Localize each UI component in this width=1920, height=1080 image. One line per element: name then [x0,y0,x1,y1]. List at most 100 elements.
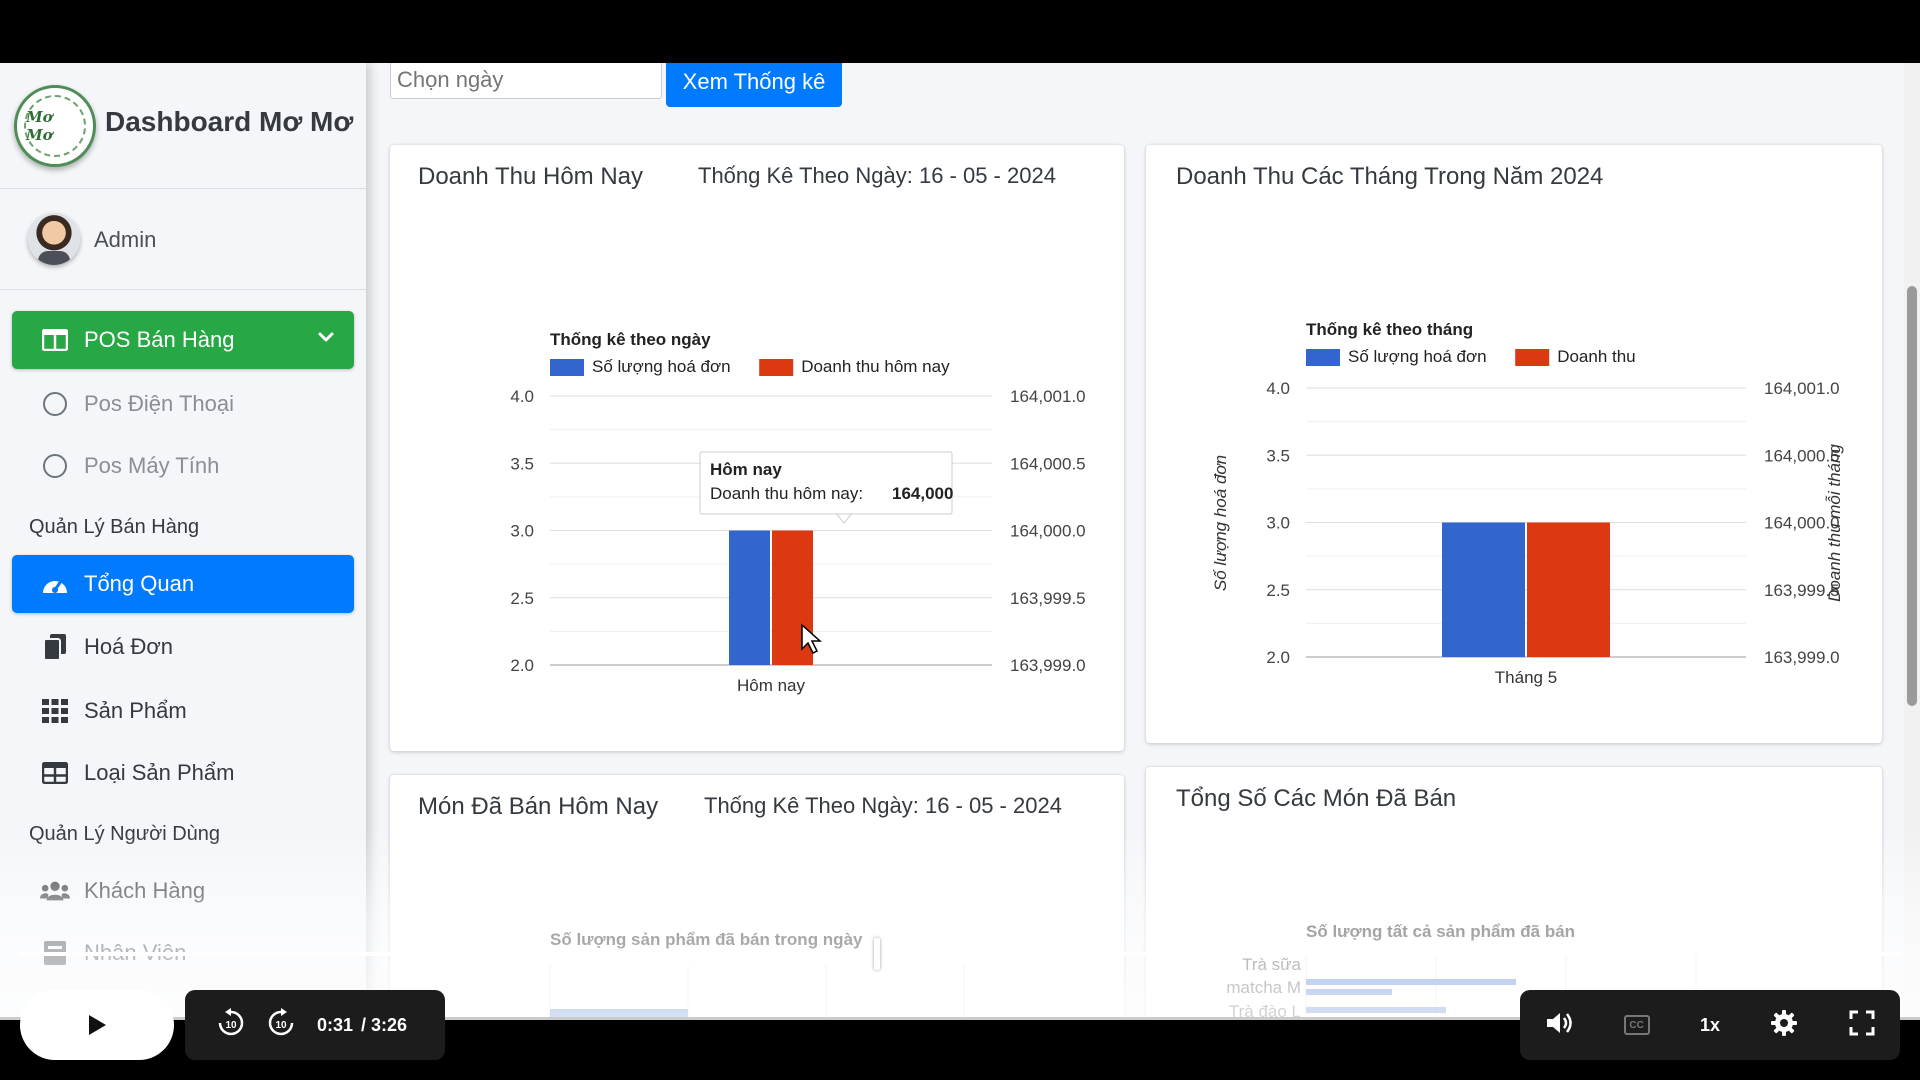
scrollbar[interactable] [1904,63,1920,1017]
y-tick-left: 2.0 [1266,648,1290,667]
play-icon [89,1015,106,1035]
circle-icon [40,451,70,481]
brand-header[interactable]: Mơ Mơ Dashboard Mơ Mơ [0,63,366,189]
nav-header-sales: Quản Lý Bán Hàng [29,516,200,538]
sidebar-item-pos[interactable]: POS Bán Hàng [12,311,354,369]
y-tick-right: 163,999.5 [1010,589,1086,608]
sidebar-item-label: Hoá Đơn [84,634,174,659]
sidebar-item-pos-phone[interactable]: Pos Điện Thoại [12,375,354,433]
bar [1306,989,1392,995]
rewind-10-button[interactable]: 10 [215,1007,247,1044]
y-tick-label: Trà sữa [1242,955,1301,974]
screen: Mơ Mơ Dashboard Mơ Mơ Admin POS Bán Hàng [0,0,1920,1080]
x-tick-label: Hôm nay [737,676,806,695]
y-tick-right: 164,001.0 [1010,387,1086,406]
sidebar-item-products[interactable]: Sản Phẩm [12,682,354,740]
sidebar-item-categories[interactable]: Loại Sản Phẩm [12,744,354,802]
settings-button[interactable] [1770,1009,1798,1042]
sidebar-item-label: POS Bán Hàng [84,327,235,352]
forward-10-button[interactable]: 10 [265,1007,297,1044]
scrollbar-thumb[interactable] [1907,286,1917,706]
columns-icon [40,325,70,355]
brand-title: Dashboard Mơ Mơ [105,106,354,137]
legend-swatch [1306,349,1340,366]
y-tick-left: 3.0 [510,522,534,541]
sidebar-item-label: Pos Điện Thoại [84,391,235,416]
sidebar-item-overview[interactable]: Tổng Quan [12,555,354,613]
user-name: Admin [94,227,157,252]
sidebar-item-pos-pc[interactable]: Pos Máy Tính [12,437,354,495]
fullscreen-button[interactable] [1849,1010,1875,1041]
y-tick-left: 3.5 [510,454,534,473]
sidebar-item-invoices[interactable]: Hoá Đơn [12,618,354,676]
progress-bar[interactable] [20,938,1900,970]
avatar [28,213,80,265]
copy-icon [40,632,70,662]
card-revenue-months: Doanh Thu Các Tháng Trong Năm 2024 Thống… [1146,145,1882,743]
y-axis-label-left: Số lượng hoá đơn [1211,455,1230,591]
y-axis-label-right: Doanh thu mỗi tháng [1825,444,1844,602]
sidebar-item-label: Khách Hàng [84,878,206,903]
svg-text:10: 10 [275,1020,287,1031]
x-tick-label: Tháng 5 [1495,668,1557,687]
tooltip-joint [831,503,857,508]
sidebar-item-label: Tổng Quan [84,571,195,596]
legend-label: Doanh thu [1557,347,1635,366]
player-right-controls: CC 1x [1520,990,1900,1060]
chart-monthly-revenue: Thống kê theo tháng Số lượng hoá đơn Doanh… [1211,320,1844,687]
brand-logo: Mơ Mơ [14,85,96,167]
circle-icon [40,389,70,419]
chart-daily-revenue: Thống kê theo ngày Số lượng hoá đơn Doanh … [510,330,1086,695]
legend-label: Số lượng hoá đơn [1348,347,1487,366]
dashboard-app: Mơ Mơ Dashboard Mơ Mơ Admin POS Bán Hàng [0,63,1920,1017]
nav-header-users: Quản Lý Người Dùng [29,823,221,845]
progress-knob[interactable] [874,938,881,970]
bar [1306,979,1516,985]
date-input[interactable] [390,63,662,99]
fullscreen-icon [1849,1010,1875,1035]
captions-button[interactable]: CC [1623,1015,1650,1035]
play-button[interactable] [20,990,174,1060]
sidebar-item-customers[interactable]: Khách Hàng [12,862,354,920]
view-stats-button[interactable]: Xem Thống kê [666,63,842,107]
forward-10-icon: 10 [268,1007,294,1035]
y-tick-left: 3.5 [1266,446,1290,465]
volume-icon [1547,1012,1572,1033]
y-tick-right: 164,000.0 [1010,522,1086,541]
y-tick-right: 163,999.0 [1764,648,1840,667]
y-tick-left: 4.0 [510,387,534,406]
bar-invoices [729,530,770,665]
sidebar-item-label: Sản Phẩm [84,698,187,723]
bar-invoices [1442,522,1525,657]
bar [550,1009,688,1017]
gauge-icon [40,569,70,599]
legend-label: Doanh thu hôm nay [801,357,950,376]
card-sold-today: Món Đã Bán Hôm Nay Thống Kê Theo Ngày: 1… [390,775,1124,1017]
chart-title: Thống kê theo ngày [550,330,711,349]
brand-logo-text: Mơ Mơ [24,95,86,157]
tooltip-label: Doanh thu hôm nay: [710,484,863,503]
users-icon [40,876,70,906]
sidebar-item-label: Pos Máy Tính [84,453,220,478]
y-tick-left: 4.0 [1266,379,1290,398]
speed-button[interactable]: 1x [1700,1015,1720,1036]
bar-revenue [1527,522,1610,657]
user-panel[interactable]: Admin [0,190,366,290]
settings-icon [1771,1009,1798,1036]
svg-text:10: 10 [225,1020,237,1031]
y-tick-left: 3.0 [1266,514,1290,533]
tooltip-value: 164,000 [892,484,953,503]
y-tick-left: 2.5 [1266,581,1290,600]
legend-label: Số lượng hoá đơn [592,357,731,376]
legend-swatch [550,359,584,376]
main-content: Xem Thống kê Doanh Thu Hôm Nay Thống Kê … [366,63,1920,1017]
legend-swatch [759,359,794,376]
legend-swatch [1515,349,1550,366]
volume-button[interactable] [1545,1010,1573,1041]
chart-title: Thống kê theo tháng [1306,320,1473,339]
sidebar: Mơ Mơ Dashboard Mơ Mơ Admin POS Bán Hàng [0,63,366,1017]
sidebar-item-label: Loại Sản Phẩm [84,760,235,785]
y-tick-left: 2.5 [510,589,534,608]
captions-icon: CC [1629,1019,1644,1031]
chart-sold-today: Số lượng sản phẩm đã bán trong ngày [549,930,965,1017]
